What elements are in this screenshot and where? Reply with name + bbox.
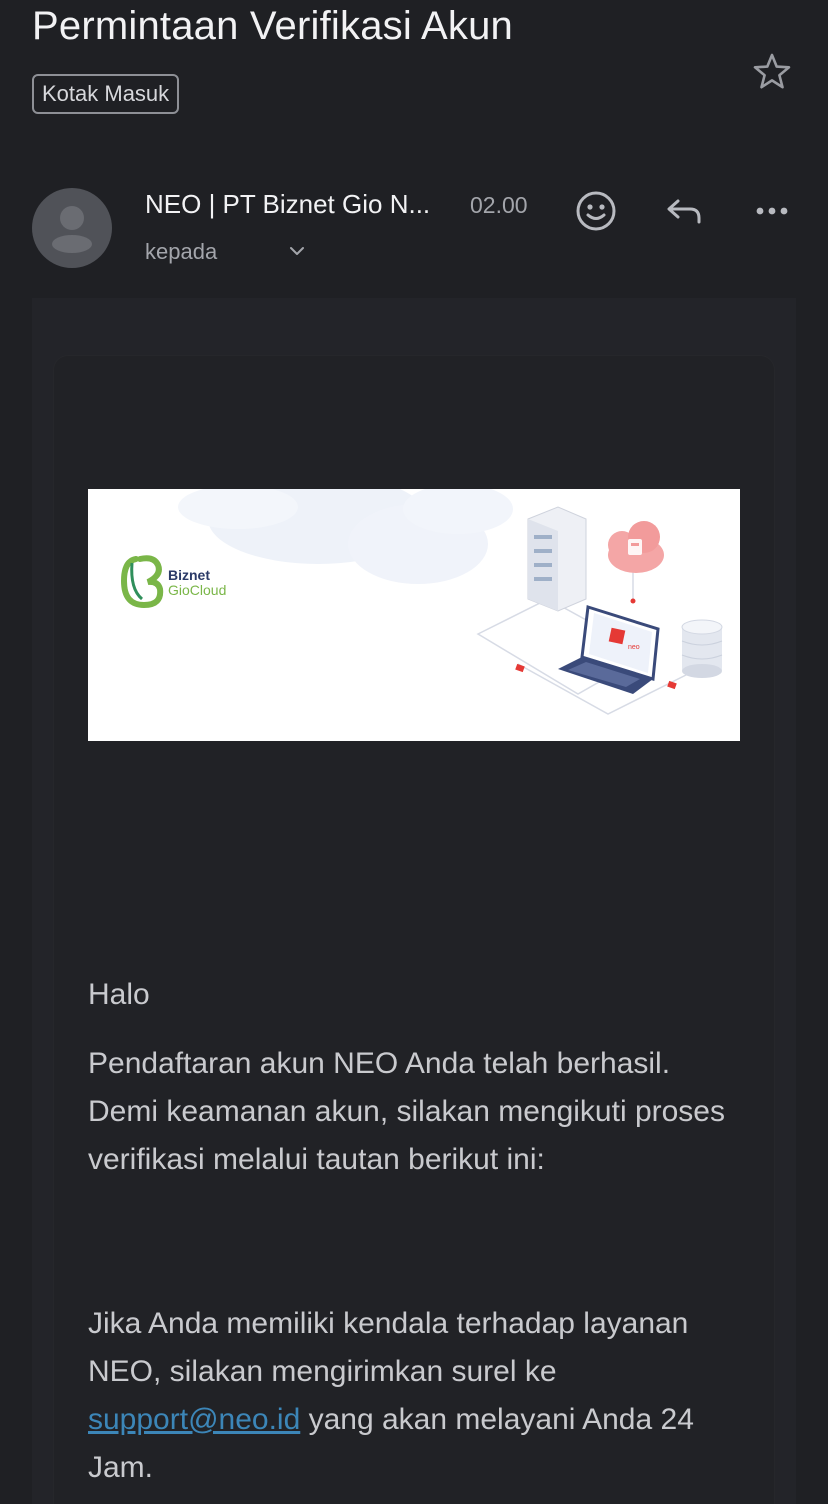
- add-reaction-button[interactable]: [572, 187, 620, 235]
- reply-button[interactable]: [660, 187, 708, 235]
- star-icon[interactable]: [750, 50, 794, 94]
- smiley-icon: [576, 191, 616, 231]
- reply-icon: [667, 199, 701, 224]
- laptop-illustration: neo: [558, 605, 660, 694]
- laptop-screen-text: neo: [628, 644, 640, 651]
- brand-name: Biznet: [168, 567, 210, 583]
- cloud-icon: [608, 521, 664, 573]
- biznet-logo: [120, 555, 164, 609]
- brand-sub: GioCloud: [168, 582, 226, 598]
- biznet-giocloud-banner: Biznet GioCloud neo: [88, 489, 740, 741]
- email-view: Permintaan Verifikasi Akun Kotak Masuk N…: [0, 0, 828, 1504]
- email-time: 02.00: [470, 192, 528, 218]
- chevron-down-icon[interactable]: [288, 242, 306, 260]
- inbox-label-chip[interactable]: Kotak Masuk: [32, 74, 180, 114]
- greeting-text: Halo: [88, 978, 150, 1011]
- sender-name[interactable]: NEO | PT Biznet Gio N...: [145, 189, 430, 220]
- body-paragraph-2: Jika Anda memiliki kendala terhadap laya…: [88, 1300, 738, 1492]
- person-icon: [52, 206, 92, 253]
- more-horizontal-icon: [756, 207, 788, 215]
- support-email-link[interactable]: support@neo.id: [88, 1403, 300, 1436]
- body-paragraph-1: Pendaftaran akun NEO Anda telah berhasil…: [88, 1047, 725, 1176]
- sender-avatar[interactable]: [32, 188, 112, 268]
- database-icon: [681, 619, 723, 678]
- paragraph-2-text-before: Jika Anda memiliki kendala terhadap laya…: [88, 1307, 689, 1388]
- email-subject: Permintaan Verifikasi Akun: [32, 4, 514, 48]
- server-rack-illustration: [527, 506, 587, 612]
- recipient-label[interactable]: kepada: [145, 239, 217, 265]
- more-options-button[interactable]: [748, 187, 796, 235]
